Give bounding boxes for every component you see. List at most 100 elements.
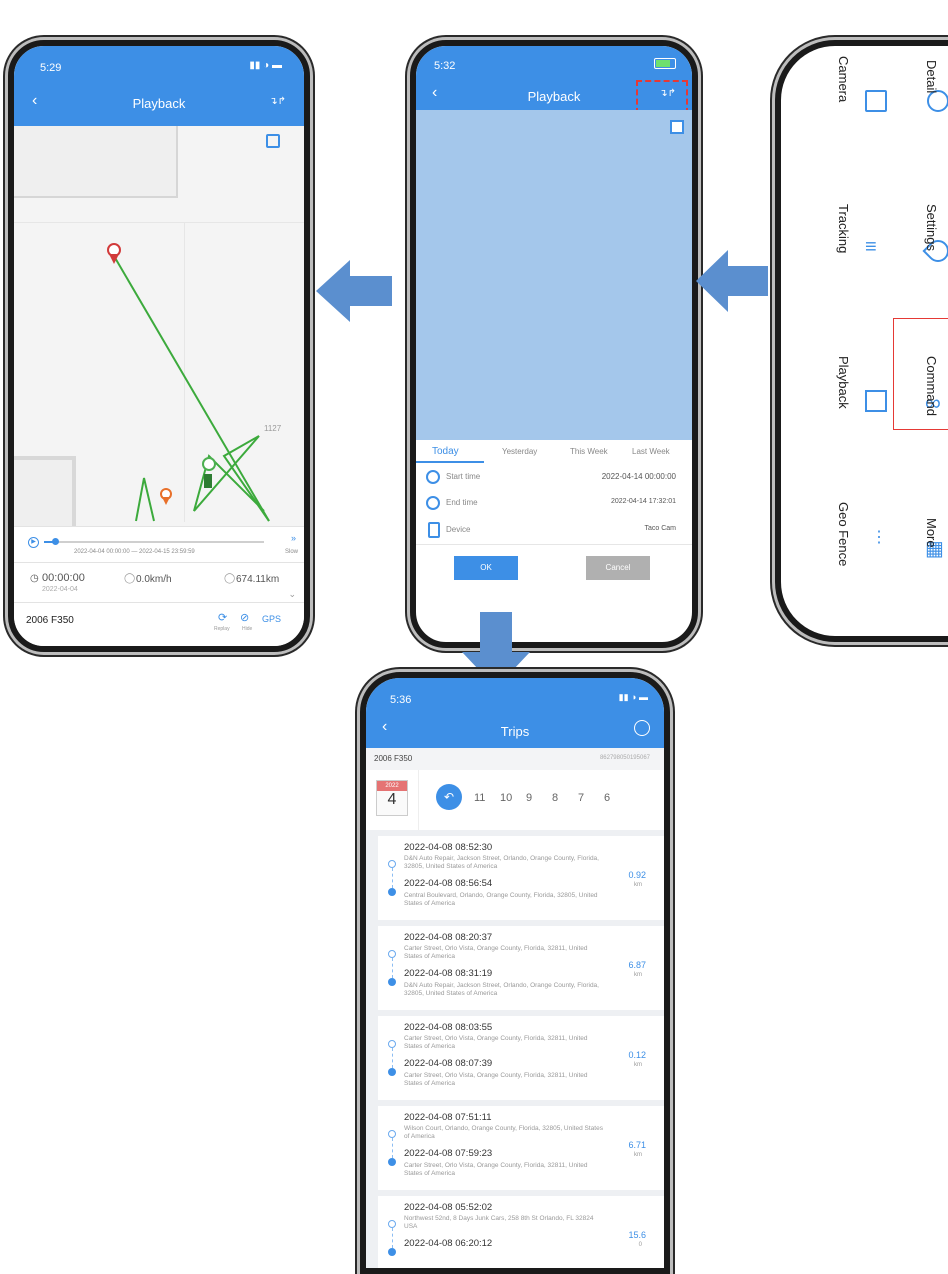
speedometer-icon: ◯ [124, 573, 136, 584]
trip-start-dot [388, 950, 396, 958]
page-title: Trips [500, 724, 530, 739]
menu-label-command[interactable]: Command [924, 356, 939, 416]
day-7[interactable]: 7 [578, 792, 584, 804]
start-time-label: Start time [446, 472, 481, 481]
trip-distance: 6.71 [628, 1140, 646, 1150]
bottom-phone: 5:36 ▮▮ ◑ ▬ ‹ Trips 2006 F350 8627980501… [360, 672, 670, 1274]
gps-toggle[interactable]: GPS [262, 614, 281, 624]
trip-connector [392, 1048, 393, 1068]
menu-label-geo-fence[interactable]: Geo Fence [836, 502, 851, 566]
route-icon[interactable]: ↴↱ [269, 96, 286, 107]
tab-yesterday[interactable]: Yesterday [502, 447, 537, 456]
day-9[interactable]: 9 [526, 792, 532, 804]
day-10[interactable]: 10 [500, 792, 512, 804]
trip-distance: 15.6 [628, 1230, 646, 1240]
device-row[interactable]: Device Taco Cam [416, 516, 692, 545]
replay-label: Replay [214, 626, 230, 632]
play-icon[interactable]: ▶ [28, 537, 39, 548]
clock-icon [426, 470, 440, 484]
vehicle-name: 2006 F350 [374, 754, 413, 763]
tab-last-week[interactable]: Last Week [632, 447, 670, 456]
menu-label-camera[interactable]: Camera [836, 56, 851, 102]
vehicle-icon [204, 474, 212, 488]
flow-arrow-left-2 [696, 250, 768, 312]
speed-toggle[interactable]: Slow [285, 549, 298, 555]
right-phone: Camera Detail Tracking Settings ≡ Playba… [775, 40, 948, 642]
trip-end-address: Central Boulevard, Orlando, Orange Count… [404, 892, 598, 907]
middle-phone: 5:32 ‹ Playback ↴↱ Today Yesterday This … [410, 40, 698, 648]
stats-panel: ◷ 00:00:00 2022-04-04 ◯ 0.0km/h ◯ 674.11… [14, 562, 304, 603]
detail-icon[interactable] [865, 90, 887, 112]
trip-end-time: 2022-04-08 08:07:39 [404, 1058, 493, 1069]
chevron-down-icon[interactable]: ⌄ [288, 589, 296, 600]
calendar-month: 2022 [377, 781, 407, 791]
status-icons: ▮▮ ◑ ▬ [618, 692, 648, 702]
calendar-icon[interactable]: 2022 4 [376, 780, 408, 816]
elapsed-time: 00:00:00 [42, 572, 85, 584]
trip-item[interactable]: 2022-04-08 07:51:11 Wilson Court, Orland… [378, 1106, 664, 1196]
replay-icon[interactable]: ⟳ [218, 611, 227, 624]
start-time-value: 2022-04-14 00:00:00 [601, 472, 676, 481]
ok-button[interactable]: OK [454, 556, 518, 580]
trip-item[interactable]: 2022-04-08 08:20:37 Carter Street, Orlo … [378, 926, 664, 1016]
menu-label-detail[interactable]: Detail [924, 60, 939, 93]
end-time-row[interactable]: End time 2022-04-14 17:32:01 [416, 490, 692, 517]
trip-end-time: 2022-04-08 08:31:19 [404, 968, 493, 979]
menu-label-more[interactable]: More [924, 518, 939, 548]
trip-connector [392, 1138, 393, 1158]
trip-connector [392, 868, 393, 888]
flow-arrow-left [316, 260, 392, 322]
trip-unit: 0 [638, 1242, 642, 1248]
trip-connector [392, 958, 393, 978]
command-icon[interactable] [865, 390, 887, 412]
time-filter-icon[interactable] [634, 720, 650, 736]
start-time-row[interactable]: Start time 2022-04-14 00:00:00 [416, 464, 692, 491]
trip-start-time: 2022-04-08 08:52:30 [404, 842, 493, 853]
trip-distance: 0.12 [628, 1050, 646, 1060]
menu-label-tracking[interactable]: Tracking [836, 204, 851, 253]
date-tabs: Today Yesterday This Week Last Week [416, 440, 692, 465]
trip-unit: km [634, 1062, 642, 1068]
middle-header: 5:32 ‹ Playback ↴↱ [416, 46, 692, 114]
progress-handle[interactable] [52, 538, 59, 545]
menu-label-playback[interactable]: Playback [836, 356, 851, 409]
trip-item[interactable]: 2022-04-08 08:03:55 Carter Street, Orlo … [378, 1016, 664, 1106]
trip-start-time: 2022-04-08 05:52:02 [404, 1202, 493, 1213]
hide-icon[interactable]: ⊘ [240, 611, 249, 624]
day-8[interactable]: 8 [552, 792, 558, 804]
trip-start-dot [388, 860, 396, 868]
trip-item[interactable]: 2022-04-08 05:52:02 Northwest 52nd, 8 Da… [378, 1196, 664, 1268]
day-6[interactable]: 6 [604, 792, 610, 804]
menu-label-settings[interactable]: Settings [924, 204, 939, 251]
trip-item[interactable]: 2022-04-08 08:52:30 D&N Auto Repair, Jac… [378, 836, 664, 926]
end-time-label: End time [446, 498, 478, 507]
more-icon[interactable]: ⋮ [871, 530, 887, 546]
progress-track[interactable] [44, 538, 264, 545]
calendar-day: 4 [387, 791, 397, 808]
tab-this-week[interactable]: This Week [570, 447, 608, 456]
trip-start-dot [388, 1220, 396, 1228]
fast-forward-icon[interactable]: » [291, 533, 296, 543]
vehicle-marker [202, 457, 216, 471]
trip-end-dot [388, 1158, 396, 1166]
trip-end-address: Carter Street, Orlo Vista, Orange County… [404, 1072, 588, 1087]
map-area[interactable]: 1127 [14, 126, 304, 554]
trip-end-time: 2022-04-08 08:56:54 [404, 878, 493, 889]
layers-icon[interactable] [670, 120, 684, 134]
battery-icon [654, 58, 676, 69]
vehicle-row: 2006 F350 ⟳ Replay ⊘ Hide GPS [14, 602, 304, 646]
day-11[interactable]: 11 [474, 792, 485, 804]
trip-end-dot [388, 1248, 396, 1256]
camera-icon[interactable] [927, 90, 948, 112]
trip-start-address: Carter Street, Orlo Vista, Orange County… [404, 945, 588, 960]
device-label: Device [446, 525, 471, 534]
trips-header: 5:36 ▮▮ ◑ ▬ ‹ Trips [366, 678, 664, 748]
vehicle-bar: 2006 F350 862798050195067 [366, 748, 664, 770]
trip-unit: km [634, 882, 642, 888]
cancel-button[interactable]: Cancel [586, 556, 650, 580]
distance-icon: ◯ [224, 573, 236, 584]
tab-today[interactable]: Today [432, 446, 459, 457]
map-placeholder[interactable] [416, 110, 692, 440]
today-day-button[interactable]: ↶ [436, 784, 462, 810]
settings-icon[interactable]: ≡ [865, 236, 877, 259]
